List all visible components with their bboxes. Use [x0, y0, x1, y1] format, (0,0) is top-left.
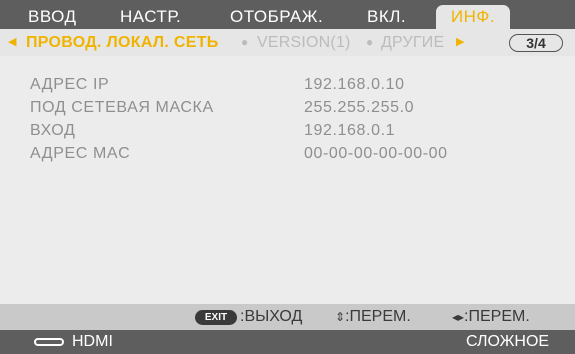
exit-help-label: :ВЫХОД — [240, 308, 303, 325]
help-bar: EXIT :ВЫХОД ⇕:ПЕРЕМ. ◂▸:ПЕРЕМ. — [0, 304, 575, 330]
info-row: АДРЕС IP 192.168.0.10 — [0, 76, 575, 100]
submenu-item-others[interactable]: ДРУГИЕ — [381, 29, 444, 56]
info-label: ПОД СЕТЕВАЯ МАСКА — [30, 99, 214, 116]
info-row: АДРЕС MAC 00-00-00-00-00-00 — [0, 145, 575, 169]
exit-key-icon: EXIT — [195, 310, 237, 325]
menu-mode-label: СЛОЖНОЕ — [466, 333, 550, 350]
submenu-bar: ◀ ПРОВОД. ЛОКАЛ. СЕТЬ ● VERSION(1) ● ДРУ… — [0, 29, 575, 56]
hdmi-connector-icon — [34, 338, 64, 346]
info-label: АДРЕС IP — [30, 76, 110, 93]
info-row: ПОД СЕТЕВАЯ МАСКА 255.255.255.0 — [0, 99, 575, 123]
updown-arrows-icon: ⇕ — [335, 310, 346, 324]
info-label: ВХОД — [30, 122, 76, 139]
submenu-item-wired-lan[interactable]: ПРОВОД. ЛОКАЛ. СЕТЬ — [26, 29, 219, 56]
status-bar: HDMI СЛОЖНОЕ — [0, 330, 575, 354]
tab-display[interactable]: ОТОБРАЖ. — [230, 5, 323, 29]
page-indicator: 3/4 — [509, 34, 563, 52]
tab-setup[interactable]: НАСТР. — [120, 5, 181, 29]
info-label: АДРЕС MAC — [30, 145, 131, 162]
tab-input[interactable]: ВВОД — [28, 5, 76, 29]
info-value: 255.255.255.0 — [304, 99, 415, 116]
projector-osd-menu: ВВОД НАСТР. ОТОБРАЖ. ВКЛ. ИНФ. ◀ ПРОВОД.… — [0, 0, 575, 354]
leftright-help: ◂▸:ПЕРЕМ. — [452, 304, 530, 330]
input-source-label: HDMI — [72, 333, 113, 350]
info-panel: АДРЕС IP 192.168.0.10 ПОД СЕТЕВАЯ МАСКА … — [0, 56, 575, 304]
info-value: 192.168.0.1 — [304, 122, 396, 139]
info-value: 00-00-00-00-00-00 — [304, 145, 448, 162]
submenu-item-version[interactable]: VERSION(1) — [257, 29, 351, 56]
tab-info[interactable]: ИНФ. — [436, 5, 510, 29]
info-row: ВХОД 192.168.0.1 — [0, 122, 575, 146]
leftright-help-label: :ПЕРЕМ. — [464, 308, 530, 325]
menu-tab-bar: ВВОД НАСТР. ОТОБРАЖ. ВКЛ. ИНФ. — [0, 0, 575, 29]
info-value: 192.168.0.10 — [304, 76, 405, 93]
separator-dot-icon: ● — [366, 35, 374, 49]
separator-dot-icon: ● — [241, 35, 249, 49]
tab-on[interactable]: ВКЛ. — [367, 5, 406, 29]
leftright-arrows-icon: ◂▸ — [452, 310, 465, 324]
updown-help: ⇕:ПЕРЕМ. — [335, 304, 411, 330]
updown-help-label: :ПЕРЕМ. — [345, 308, 411, 325]
left-arrow-icon[interactable]: ◀ — [8, 29, 16, 56]
right-arrow-icon[interactable]: ▶ — [456, 29, 464, 56]
